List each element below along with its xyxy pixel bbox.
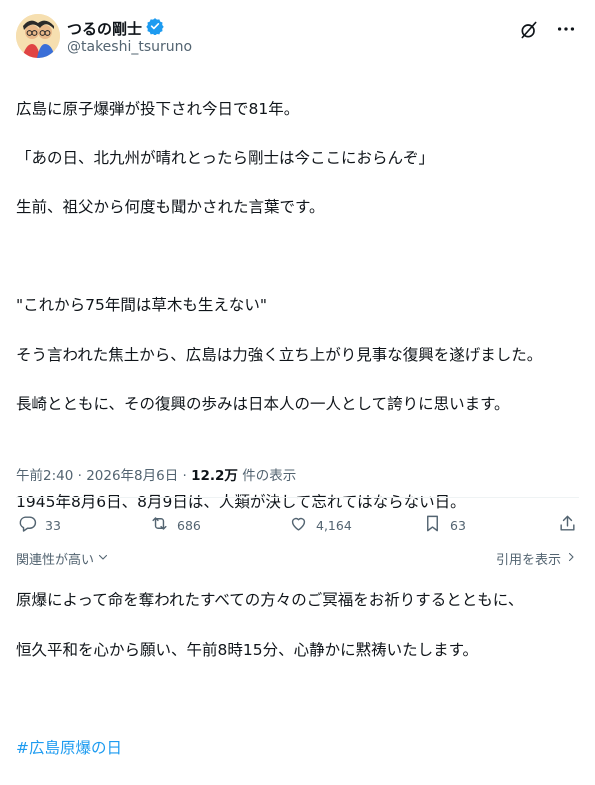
bookmark-button[interactable]: 63 xyxy=(423,514,466,536)
avatar[interactable] xyxy=(16,14,60,58)
chevron-down-icon xyxy=(97,551,109,567)
post-line: そう言われた焦土から、広島は力強く立ち上がり見事な復興を遂げました。 xyxy=(16,345,543,364)
repost-count: 686 xyxy=(177,517,201,533)
post-text: 広島に原子爆弾が投下され今日で81年。 「あの日、北九州が晴れとったら剛士は今こ… xyxy=(16,72,582,785)
bookmark-count: 63 xyxy=(450,517,466,533)
post-line: 恒久平和を心から願い、午前8時15分、心静かに黙祷いたします。 xyxy=(16,640,479,659)
post-date[interactable]: 2026年8月6日 xyxy=(86,468,178,484)
repost-button[interactable]: 686 xyxy=(150,514,201,536)
post-line: 広島に原子爆弾が投下され今日で81年。 xyxy=(16,99,300,118)
more-icon[interactable] xyxy=(555,18,577,40)
action-bar: 33 686 4,164 63 xyxy=(18,514,577,540)
post-line: 原爆によって命を奪われたすべての方々のご冥福をお祈りするとともに、 xyxy=(16,591,524,610)
post-time[interactable]: 午前2:40 xyxy=(16,468,73,484)
post-meta: 午前2:40 · 2026年8月6日 · 12.2万 件の表示 xyxy=(16,464,296,484)
bookmark-icon xyxy=(423,514,442,536)
view-quotes-link[interactable]: 引用を表示 xyxy=(496,549,577,568)
meta-separator: · xyxy=(73,468,87,484)
hashtag-link[interactable]: #広島原爆の日 xyxy=(16,736,582,761)
reply-button[interactable]: 33 xyxy=(18,514,61,536)
like-icon xyxy=(289,514,308,536)
divider xyxy=(16,497,579,498)
chevron-right-icon xyxy=(565,551,577,567)
like-button[interactable]: 4,164 xyxy=(289,514,352,536)
retweet-icon xyxy=(150,514,169,536)
like-count: 4,164 xyxy=(316,517,352,533)
reply-count: 33 xyxy=(45,517,61,533)
share-icon xyxy=(558,514,577,536)
reply-icon xyxy=(18,514,37,536)
post-line: 長崎とともに、その復興の歩みは日本人の一人として誇りに思います。 xyxy=(16,394,510,413)
post-line: "これから75年間は草木も生えない" xyxy=(16,296,267,315)
post-line: ​ xyxy=(16,441,582,466)
name-row: つるの剛士 xyxy=(67,17,164,39)
post-line: 「あの日、北九州が晴れとったら剛士は今ここにおらんぞ」 xyxy=(16,148,435,167)
post-line: ​ xyxy=(16,244,582,269)
post-line: ​ xyxy=(16,687,582,712)
share-button[interactable] xyxy=(558,514,577,536)
post-line: 生前、祖父から何度も聞かされた言葉です。 xyxy=(16,197,325,216)
reply-sort-dropdown[interactable]: 関連性が高い xyxy=(16,549,109,568)
handle[interactable]: @takeshi_tsuruno xyxy=(67,39,192,55)
grok-icon[interactable] xyxy=(519,20,539,40)
views-count[interactable]: 12.2万 xyxy=(191,468,238,484)
view-quotes-label: 引用を表示 xyxy=(495,553,561,568)
verified-badge-icon xyxy=(146,17,164,39)
views-label: 件の表示 xyxy=(237,468,297,484)
meta-separator: · xyxy=(178,468,192,484)
post-line: 1945年8月6日、8月9日は、人類が決して忘れてはならない日。 xyxy=(16,493,466,512)
post-header: つるの剛士 @takeshi_tsuruno xyxy=(16,14,579,62)
display-name[interactable]: つるの剛士 xyxy=(67,18,142,39)
reply-sort-label: 関連性が高い xyxy=(16,553,95,568)
